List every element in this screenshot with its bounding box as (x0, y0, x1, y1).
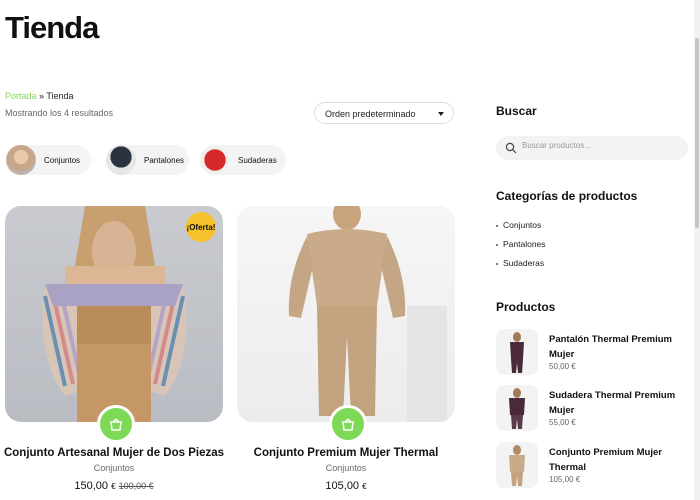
category-pill-pantalones[interactable]: Pantalones (106, 145, 189, 175)
result-count: Mostrando los 4 resultados (5, 108, 114, 118)
product-title[interactable]: Conjunto Premium Mujer Thermal (232, 447, 460, 459)
chevron-down-icon (438, 112, 444, 116)
category-link-sudaderas[interactable]: Sudaderas (496, 258, 544, 268)
product-category: Conjuntos (325, 463, 367, 473)
product-price: 105,00 € (232, 480, 460, 492)
price-currency: € (111, 482, 116, 491)
category-thumbnail (200, 145, 230, 175)
category-pill-label: Pantalones (144, 155, 185, 165)
product-photo-illustration (509, 388, 525, 429)
product-price: 150,00 €100,00 € (0, 480, 228, 492)
search-box (496, 136, 688, 160)
category-pill-label: Sudaderas (238, 155, 277, 165)
product-photo-illustration (288, 206, 447, 422)
category-link-conjuntos[interactable]: Conjuntos (496, 220, 541, 230)
basket-icon (342, 418, 354, 431)
price-amount: 150,00 (74, 480, 109, 492)
sidebar-product-price: 105,00 € (549, 475, 581, 484)
bullet-icon (496, 224, 498, 227)
add-to-cart-button[interactable] (329, 405, 367, 443)
search-input[interactable] (522, 141, 672, 150)
category-link-label: Sudaderas (503, 258, 545, 268)
category-pill-label: Conjuntos (44, 155, 81, 165)
scrollbar[interactable] (694, 0, 700, 500)
category-link-label: Conjuntos (503, 220, 542, 230)
orderby-selected-label: Orden predeterminado (325, 109, 416, 119)
product-category: Conjuntos (93, 463, 135, 473)
sidebar-product-price: 55,00 € (549, 418, 576, 427)
sidebar-product-item[interactable]: Pantalón Thermal Premium Mujer 50,00 € (496, 329, 686, 377)
sale-badge: ¡Oferta! (186, 212, 216, 242)
search-widget-title: Buscar (496, 104, 537, 118)
category-link-pantalones[interactable]: Pantalones (496, 239, 546, 249)
sidebar-product-title[interactable]: Conjunto Premium Mujer Thermal (549, 445, 684, 475)
breadcrumb-separator: » (36, 91, 47, 101)
category-link-label: Pantalones (503, 239, 546, 249)
product-photo-illustration (510, 332, 524, 373)
page-title: Tienda (5, 10, 99, 45)
add-to-cart-button[interactable] (97, 405, 135, 443)
sidebar-product-thumbnail[interactable] (496, 442, 538, 488)
sidebar-product-thumbnail[interactable] (496, 329, 538, 375)
sidebar-product-item[interactable]: Sudadera Thermal Premium Mujer 55,00 € (496, 385, 686, 433)
price-currency: € (362, 482, 367, 491)
categories-widget-title: Categorías de productos (496, 189, 638, 203)
products-widget-title: Productos (496, 300, 556, 314)
sidebar-product-thumbnail[interactable] (496, 385, 538, 431)
category-thumbnail (106, 145, 136, 175)
product-title[interactable]: Conjunto Artesanal Mujer de Dos Piezas (0, 447, 228, 459)
sidebar-product-title[interactable]: Sudadera Thermal Premium Mujer (549, 388, 684, 418)
product-photo-illustration (509, 445, 525, 486)
sidebar-product-title[interactable]: Pantalón Thermal Premium Mujer (549, 332, 684, 362)
category-pill-sudaderas[interactable]: Sudaderas (200, 145, 286, 175)
sidebar-product-price: 50,00 € (549, 362, 576, 371)
old-price: 100,00 € (118, 481, 154, 491)
search-icon (505, 142, 517, 154)
bullet-icon (496, 262, 498, 265)
breadcrumb-home-link[interactable]: Portada (5, 91, 37, 101)
category-thumbnail (6, 145, 36, 175)
breadcrumb: Portada » Tienda (5, 91, 74, 101)
bullet-icon (496, 243, 498, 246)
basket-icon (110, 418, 122, 431)
breadcrumb-current: Tienda (46, 91, 74, 101)
category-pill-conjuntos[interactable]: Conjuntos (6, 145, 91, 175)
sidebar-product-item[interactable]: Conjunto Premium Mujer Thermal 105,00 € (496, 442, 686, 490)
price-amount: 105,00 (325, 480, 360, 492)
product-image[interactable] (237, 206, 455, 422)
orderby-select[interactable]: Orden predeterminado (314, 102, 454, 124)
scrollbar-thumb[interactable] (695, 38, 699, 228)
